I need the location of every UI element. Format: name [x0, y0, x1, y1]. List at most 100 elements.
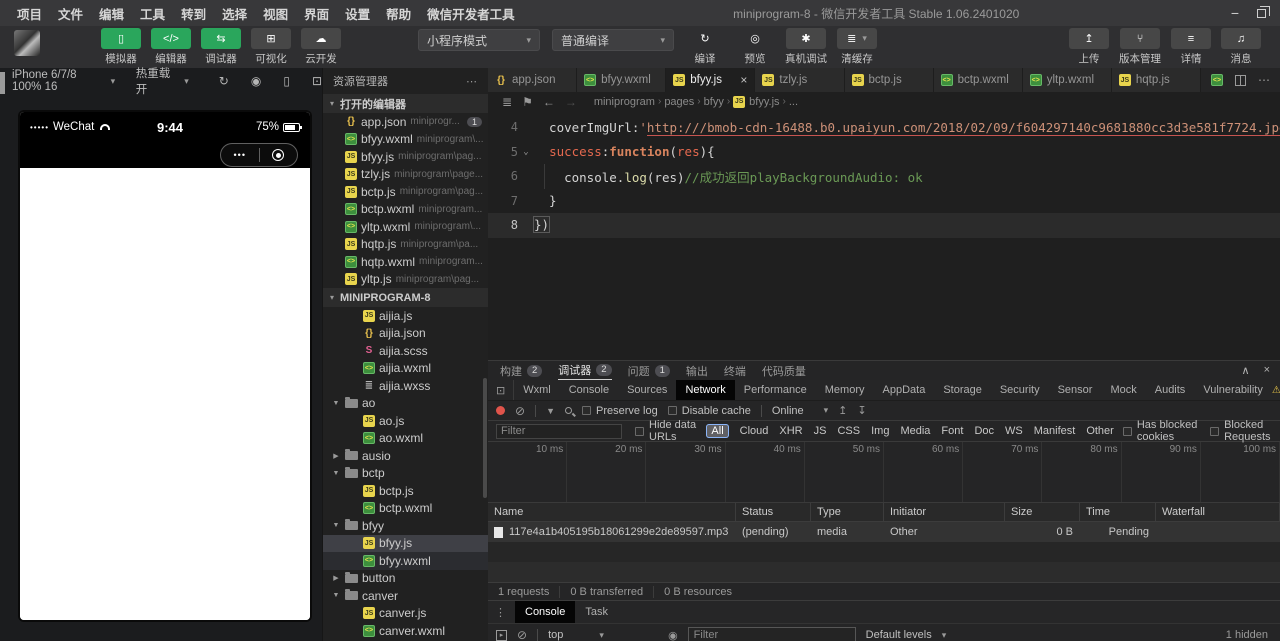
type-filter-Other[interactable]: Other	[1086, 425, 1114, 437]
open-editors-section[interactable]: ▾ 打开的编辑器	[323, 94, 488, 113]
devtools-tab-Vulnerability[interactable]: Vulnerability	[1194, 380, 1272, 400]
open-editor-item[interactable]: {} app.json miniprogr... 1	[323, 113, 488, 131]
warning-badge[interactable]: ⚠ 2	[1272, 384, 1280, 396]
breadcrumb-item[interactable]: pages	[664, 96, 694, 108]
devtools-tab-Storage[interactable]: Storage	[934, 380, 991, 400]
editor-tab-yltp.wxml[interactable]: <> yltp.wxml	[1022, 68, 1112, 92]
type-filter-Font[interactable]: Font	[941, 425, 963, 437]
menu-item[interactable]: 帮助	[379, 4, 418, 23]
editor-tab-tzly.js[interactable]: JS tzly.js	[755, 68, 845, 92]
split-editor-icon[interactable]	[1235, 74, 1246, 86]
menu-item[interactable]: 转到	[174, 4, 213, 23]
column-header-Initiator[interactable]: Initiator	[884, 503, 1005, 521]
devtools-tab-Security[interactable]: Security	[991, 380, 1049, 400]
code-line[interactable]: 6 console.log(res)//成功返回playBackgroundAu…	[488, 164, 1280, 189]
toolbar-button-list[interactable]: ≡ 详情	[1171, 28, 1211, 66]
toolbar-button-swap[interactable]: ⇆ 调试器	[201, 28, 241, 66]
editor-tab-bctp.js[interactable]: JS bctp.js	[844, 68, 934, 92]
editor-tab-bctp.wxml[interactable]: <> bctp.wxml	[933, 68, 1023, 92]
code-line[interactable]: 4 coverImgUrl:'http:///bmob-cdn-16488.b0…	[488, 115, 1280, 140]
open-editor-item[interactable]: JS bfyy.js miniprogram\pag...	[323, 148, 488, 166]
console-sidebar-icon[interactable]: ▸	[496, 629, 507, 641]
home-button[interactable]	[260, 149, 298, 161]
minimize-button[interactable]: −	[1231, 5, 1239, 21]
has-blocked-cookies-checkbox[interactable]: Has blocked cookies	[1122, 419, 1201, 443]
breadcrumb-item[interactable]: bfyy	[704, 96, 724, 108]
tree-item[interactable]: Saijia.scss	[323, 342, 488, 360]
export-har-icon[interactable]: ↧	[857, 404, 866, 417]
log-levels-select[interactable]: Default levels ▾	[866, 629, 947, 641]
column-header-Waterfall[interactable]: Waterfall	[1156, 503, 1280, 521]
panel-tab-调试器[interactable]: 调试器 2	[558, 361, 612, 380]
tree-item[interactable]: ▶ button	[323, 570, 488, 588]
type-filter-CSS[interactable]: CSS	[837, 425, 860, 437]
editor-tab-app.json[interactable]: {} app.json	[488, 68, 578, 92]
execution-context-select[interactable]: top ▾	[548, 629, 658, 641]
editor-tab-bfyy.wxml[interactable]: <> bfyy.wxml	[577, 68, 667, 92]
record-icon[interactable]: ◉	[251, 74, 261, 88]
drawer-tab-Task[interactable]: Task	[575, 601, 618, 623]
breadcrumb-item[interactable]: miniprogram	[594, 96, 655, 108]
tree-item[interactable]: ▼ ao	[323, 395, 488, 413]
action-button[interactable]: ◎ 预览	[735, 28, 775, 66]
network-request-row[interactable]: 117e4a1b405195b18061299e2de89597.mp3 (pen…	[488, 522, 1280, 542]
tree-item[interactable]: <> ao.wxml	[323, 430, 488, 448]
toolbar-button-grid[interactable]: ⊞ 可视化	[251, 28, 291, 66]
open-editor-item[interactable]: JS hqtp.js miniprogram\pa...	[323, 236, 488, 254]
devtools-tab-Mock[interactable]: Mock	[1101, 380, 1145, 400]
code-line[interactable]: 7 }	[488, 189, 1280, 214]
hot-reload-toggle[interactable]: 热重载 开	[136, 65, 175, 97]
menu-item[interactable]: 项目	[10, 4, 49, 23]
inspect-icon[interactable]: ⊡	[488, 380, 515, 400]
toolbar-button-bell[interactable]: ♫ 消息	[1221, 28, 1261, 66]
open-editor-item[interactable]: JS bctp.js miniprogram\pag...	[323, 183, 488, 201]
hide-data-urls-checkbox[interactable]: Hide data URLs	[635, 419, 697, 443]
tree-item[interactable]: ▼ bfyy	[323, 517, 488, 535]
mode-select[interactable]: 小程序模式 ▾	[418, 29, 540, 51]
restore-button[interactable]	[1257, 5, 1270, 18]
devtools-tab-Network[interactable]: Network	[676, 380, 735, 400]
code-line[interactable]: 5 ⌄ success:function(res){	[488, 140, 1280, 165]
menu-item[interactable]: 文件	[51, 4, 90, 23]
tree-item[interactable]: <> aijia.wxml	[323, 360, 488, 378]
forward-icon[interactable]: →	[565, 95, 577, 109]
tree-item[interactable]: JS aijia.js	[323, 307, 488, 325]
network-timeline[interactable]: 10 ms 20 ms 30 ms 40 ms 50 ms 60 ms 70 ms 80 ms…	[488, 442, 1280, 503]
menu-item[interactable]: 选择	[215, 4, 254, 23]
panel-tab-终端[interactable]: 终端	[724, 361, 746, 380]
device-icon[interactable]: ▯	[283, 74, 290, 88]
tree-item[interactable]: <> canver.wxml	[323, 622, 488, 640]
open-editor-item[interactable]: <> hqtp.wxml miniprogram...	[323, 253, 488, 271]
action-button[interactable]: ↻ 编译	[685, 28, 725, 66]
tree-item[interactable]: JS ao.js	[323, 412, 488, 430]
panel-tab-代码质量[interactable]: 代码质量	[762, 361, 806, 380]
devtools-tab-Sensor[interactable]: Sensor	[1049, 380, 1102, 400]
tree-item[interactable]: JS bctp.js	[323, 482, 488, 500]
preserve-log-checkbox[interactable]: Preserve log	[581, 405, 658, 417]
menu-item[interactable]: 界面	[297, 4, 336, 23]
tree-item[interactable]: JS bfyy.js	[323, 534, 488, 552]
search-icon[interactable]	[564, 407, 572, 414]
compile-mode-select[interactable]: 普通编译 ▾	[552, 29, 674, 51]
live-expression-eye-icon[interactable]: ◉	[668, 629, 678, 641]
editor-tab-hqtp.js[interactable]: JS hqtp.js	[1111, 68, 1201, 92]
close-panel-icon[interactable]: ×	[1264, 364, 1270, 377]
rotate-icon[interactable]: ↻	[219, 74, 229, 88]
tree-item[interactable]: JS canver.js	[323, 605, 488, 623]
disable-cache-checkbox[interactable]: Disable cache	[667, 405, 751, 417]
type-filter-WS[interactable]: WS	[1005, 425, 1023, 437]
type-filter-All[interactable]: All	[706, 424, 729, 438]
devtools-tab-AppData[interactable]: AppData	[874, 380, 935, 400]
type-filter-Manifest[interactable]: Manifest	[1034, 425, 1076, 437]
devtools-tab-Performance[interactable]: Performance	[735, 380, 816, 400]
devtools-tab-Console[interactable]: Console	[560, 380, 618, 400]
back-icon[interactable]: ←	[543, 95, 555, 109]
drawer-tab-Console[interactable]: Console	[515, 601, 576, 623]
column-header-Name[interactable]: Name	[488, 503, 736, 521]
devtools-tab-Sources[interactable]: Sources	[618, 380, 676, 400]
column-header-Time[interactable]: Time	[1080, 503, 1156, 521]
breadcrumb-item[interactable]: ...	[789, 96, 798, 108]
type-filter-XHR[interactable]: XHR	[779, 425, 802, 437]
column-header-Type[interactable]: Type	[811, 503, 884, 521]
action-button[interactable]: ≣ ▾ 清缓存	[837, 28, 877, 66]
